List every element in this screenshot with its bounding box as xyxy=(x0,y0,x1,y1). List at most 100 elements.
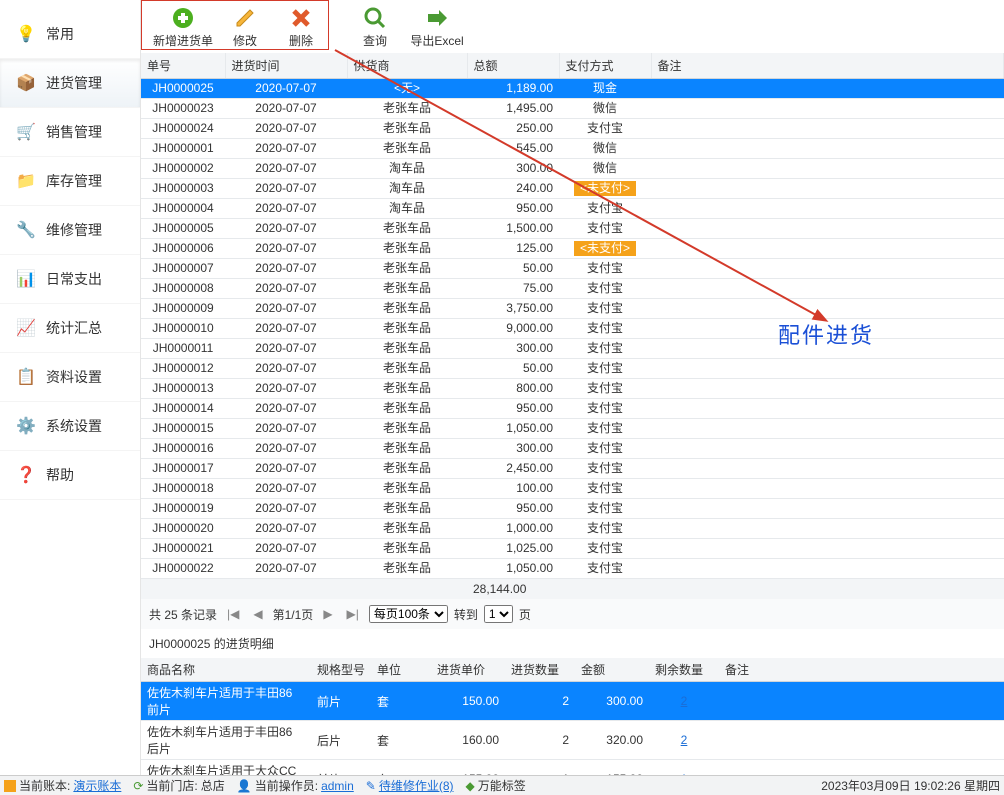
table-row[interactable]: JH00000012020-07-07老张车品545.00微信 xyxy=(141,139,1004,159)
sidebar-item-7[interactable]: 📋资料设置 xyxy=(0,353,140,402)
table-row[interactable]: JH00000152020-07-07老张车品1,050.00支付宝 xyxy=(141,419,1004,439)
dcol-name[interactable]: 商品名称 xyxy=(141,658,311,682)
delete-button[interactable]: 删除 xyxy=(273,4,329,51)
delete-label: 删除 xyxy=(289,32,313,49)
add-icon xyxy=(171,6,195,30)
status-datetime: 2023年03月09日 19:02:26 星期四 xyxy=(821,777,1000,794)
ledger-icon xyxy=(4,780,16,792)
export-label: 导出Excel xyxy=(410,32,463,49)
sidebar-item-1[interactable]: 📦进货管理 xyxy=(0,59,140,108)
dcol-amount[interactable]: 金额 xyxy=(575,658,649,682)
pager-first-icon[interactable]: |◀ xyxy=(223,607,243,621)
pending-icon: ✎ xyxy=(366,779,376,793)
sidebar: 💡常用📦进货管理🛒销售管理📁库存管理🔧维修管理📊日常支出📈统计汇总📋资料设置⚙️… xyxy=(0,0,140,775)
table-row[interactable]: JH00000082020-07-07老张车品75.00支付宝 xyxy=(141,279,1004,299)
sidebar-item-label: 常用 xyxy=(46,24,74,44)
tag-icon: ◆ xyxy=(466,779,475,793)
detail-row[interactable]: 佐佐木刹车片适用于丰田86 前片前片套150.002300.002 xyxy=(141,682,1004,721)
col-remark[interactable]: 备注 xyxy=(651,53,1004,79)
pager-last-icon[interactable]: ▶| xyxy=(343,607,363,621)
sidebar-item-label: 日常支出 xyxy=(46,269,102,289)
ledger-link[interactable]: 演示账本 xyxy=(73,777,121,794)
sidebar-icon: ❓ xyxy=(16,465,36,485)
sidebar-icon: 📈 xyxy=(16,318,36,338)
edit-button[interactable]: 修改 xyxy=(217,4,273,51)
sidebar-icon: 🔧 xyxy=(16,220,36,240)
add-order-button[interactable]: 新增进货单 xyxy=(149,4,217,51)
search-icon xyxy=(363,6,387,30)
dcol-unit[interactable]: 单位 xyxy=(371,658,431,682)
pager: 共 25 条记录 |◀ ◀ 第1/1页 ▶ ▶| 每页100条 转到 1 页 xyxy=(141,599,1004,629)
sidebar-item-label: 统计汇总 xyxy=(46,318,102,338)
col-pay[interactable]: 支付方式 xyxy=(559,53,651,79)
table-row[interactable]: JH00000252020-07-07<无>1,189.00现金 xyxy=(141,79,1004,99)
pending-link[interactable]: 待维修作业(8) xyxy=(379,777,454,794)
jump-suffix: 页 xyxy=(519,606,531,623)
col-no[interactable]: 单号 xyxy=(141,53,225,79)
sidebar-icon: 📊 xyxy=(16,269,36,289)
col-date[interactable]: 进货时间 xyxy=(225,53,347,79)
sidebar-item-5[interactable]: 📊 日常支出 xyxy=(0,255,140,304)
table-row[interactable]: JH00000232020-07-07老张车品1,495.00微信 xyxy=(141,99,1004,119)
order-table: 单号 进货时间 供货商 总额 支付方式 备注 JH00000252020-07-… xyxy=(141,53,1004,599)
table-row[interactable]: JH00000212020-07-07老张车品1,025.00支付宝 xyxy=(141,539,1004,559)
pager-next-icon[interactable]: ▶ xyxy=(319,607,336,621)
sidebar-item-3[interactable]: 📁库存管理 xyxy=(0,157,140,206)
table-row[interactable]: JH00000172020-07-07老张车品2,450.00支付宝 xyxy=(141,459,1004,479)
toolbar: 新增进货单 修改 删除 查询 导出Excel xyxy=(141,0,1004,53)
dcol-spec[interactable]: 规格型号 xyxy=(311,658,371,682)
pager-page-label: 第1/1页 xyxy=(273,606,314,623)
export-button[interactable]: 导出Excel xyxy=(403,4,471,51)
sidebar-item-2[interactable]: 🛒 销售管理 xyxy=(0,108,140,157)
col-supplier[interactable]: 供货商 xyxy=(347,53,467,79)
sidebar-item-label: 系统设置 xyxy=(46,416,102,436)
table-row[interactable]: JH00000122020-07-07老张车品50.00支付宝 xyxy=(141,359,1004,379)
sidebar-item-4[interactable]: 🔧维修管理 xyxy=(0,206,140,255)
sidebar-icon: 🛒 xyxy=(16,122,36,142)
main-panel: 新增进货单 修改 删除 查询 导出Excel 配件进货 xyxy=(140,0,1004,775)
table-row[interactable]: JH00000052020-07-07老张车品1,500.00支付宝 xyxy=(141,219,1004,239)
table-row[interactable]: JH00000192020-07-07老张车品950.00支付宝 xyxy=(141,499,1004,519)
sidebar-item-8[interactable]: ⚙️ 系统设置 xyxy=(0,402,140,451)
table-row[interactable]: JH00000162020-07-07老张车品300.00支付宝 xyxy=(141,439,1004,459)
dcol-qty[interactable]: 进货数量 xyxy=(505,658,575,682)
sidebar-item-0[interactable]: 💡常用 xyxy=(0,10,140,59)
table-row[interactable]: JH00000222020-07-07老张车品1,050.00支付宝 xyxy=(141,559,1004,579)
sidebar-item-6[interactable]: 📈 统计汇总 xyxy=(0,304,140,353)
dcol-remain[interactable]: 剩余数量 xyxy=(649,658,719,682)
table-row[interactable]: JH00000032020-07-07淘车品240.00<未支付> xyxy=(141,179,1004,199)
sidebar-item-label: 销售管理 xyxy=(46,122,102,142)
edit-label: 修改 xyxy=(233,32,257,49)
sidebar-item-label: 进货管理 xyxy=(46,73,102,93)
dcol-price[interactable]: 进货单价 xyxy=(431,658,505,682)
table-row[interactable]: JH00000132020-07-07老张车品800.00支付宝 xyxy=(141,379,1004,399)
jump-select[interactable]: 1 xyxy=(484,605,513,623)
table-row[interactable]: JH00000072020-07-07老张车品50.00支付宝 xyxy=(141,259,1004,279)
col-total[interactable]: 总额 xyxy=(467,53,559,79)
table-row[interactable]: JH00000112020-07-07老张车品300.00支付宝 xyxy=(141,339,1004,359)
sidebar-icon: ⚙️ xyxy=(16,416,36,436)
table-row[interactable]: JH00000042020-07-07淘车品950.00支付宝 xyxy=(141,199,1004,219)
store-icon: ⟳ xyxy=(133,779,143,793)
export-icon xyxy=(425,6,449,30)
search-label: 查询 xyxy=(363,32,387,49)
table-row[interactable]: JH00000062020-07-07老张车品125.00<未支付> xyxy=(141,239,1004,259)
table-row[interactable]: JH00000202020-07-07老张车品1,000.00支付宝 xyxy=(141,519,1004,539)
sum-row: 28,144.00 xyxy=(141,579,1004,600)
pager-prev-icon[interactable]: ◀ xyxy=(249,607,266,621)
table-row[interactable]: JH00000092020-07-07老张车品3,750.00支付宝 xyxy=(141,299,1004,319)
table-row[interactable]: JH00000182020-07-07老张车品100.00支付宝 xyxy=(141,479,1004,499)
table-row[interactable]: JH00000142020-07-07老张车品950.00支付宝 xyxy=(141,399,1004,419)
sidebar-item-9[interactable]: ❓帮助 xyxy=(0,451,140,500)
table-row[interactable]: JH00000022020-07-07淘车品300.00微信 xyxy=(141,159,1004,179)
sidebar-icon: 📋 xyxy=(16,367,36,387)
table-row[interactable]: JH00000242020-07-07老张车品250.00支付宝 xyxy=(141,119,1004,139)
per-page-select[interactable]: 每页100条 xyxy=(369,605,448,623)
jump-label: 转到 xyxy=(454,606,478,623)
table-row[interactable]: JH00000102020-07-07老张车品9,000.00支付宝 xyxy=(141,319,1004,339)
sum-total: 28,144.00 xyxy=(467,579,559,600)
search-button[interactable]: 查询 xyxy=(347,4,403,51)
operator-link[interactable]: admin xyxy=(321,779,354,793)
detail-row[interactable]: 佐佐木刹车片适用于丰田86 后片后片套160.002320.002 xyxy=(141,721,1004,760)
dcol-remark[interactable]: 备注 xyxy=(719,658,1004,682)
